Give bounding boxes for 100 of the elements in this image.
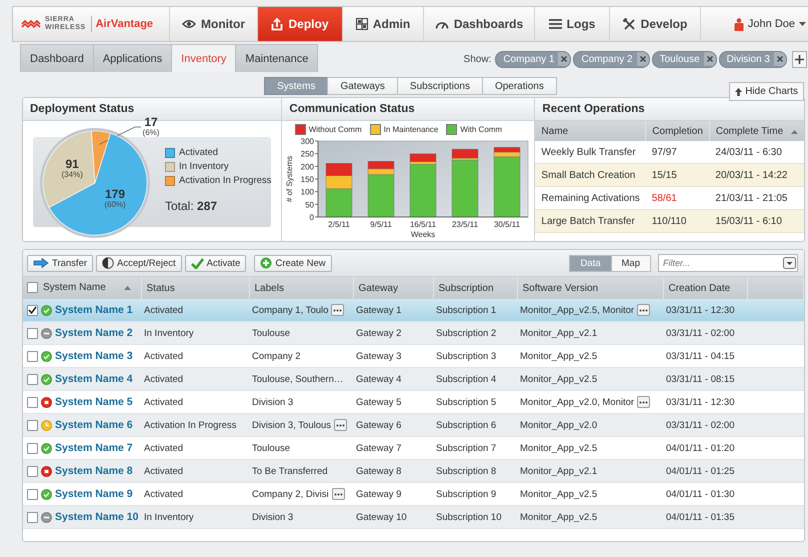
checkbox[interactable] bbox=[27, 442, 38, 454]
toolbar-button[interactable]: Create New bbox=[254, 254, 332, 272]
table-cell: Activated bbox=[144, 374, 184, 384]
system-name-link[interactable]: System Name 7 bbox=[55, 442, 133, 454]
check-circle-icon bbox=[41, 374, 52, 384]
table-cell: Activation In Progress bbox=[144, 420, 236, 430]
view-toggle[interactable]: Map bbox=[610, 254, 651, 272]
tick-label: 200 bbox=[301, 162, 314, 172]
check-circle-icon bbox=[41, 488, 52, 500]
table-cell: Subscription 5 bbox=[436, 396, 496, 408]
table-cell: 110/110 bbox=[646, 210, 710, 232]
column-header[interactable]: Status bbox=[146, 282, 175, 294]
table-row[interactable]: System Name 8 Activated To Be Transferred Gateway 8 Subscription 8 Monitor_App_v2.1 04/01/11 - 01:25 bbox=[23, 460, 804, 482]
table-row[interactable]: System Name 2 In Inventory Toulouse Gateway 2 Subscription 2 Monitor_App_v2.1 03/31/11 - 02:00 bbox=[23, 322, 804, 344]
system-name-link[interactable]: System Name 4 bbox=[55, 373, 133, 385]
nav-tab[interactable]: Develop bbox=[609, 7, 701, 41]
ellipsis-icon bbox=[333, 308, 342, 312]
tab[interactable]: Applications bbox=[92, 44, 172, 72]
panel-title: Communication Status bbox=[282, 98, 534, 121]
table-cell: Monitor_App_v2.5 bbox=[520, 350, 598, 362]
tick-label: 50 bbox=[306, 200, 314, 210]
system-name-link[interactable]: System Name 9 bbox=[55, 488, 133, 500]
table-row[interactable]: System Name 1 Activated Company 1, Toulo Gateway 1 Subscription 1 Monitor_App_v2.5, Monitor 03/31/11 - 12:30 bbox=[23, 299, 804, 322]
tab[interactable]: Dashboard bbox=[20, 44, 94, 72]
check-circle-icon bbox=[41, 304, 52, 316]
tick-label: 2/5/11 bbox=[328, 220, 350, 229]
arrow-icon bbox=[33, 258, 49, 268]
nav-tab[interactable]: Dashboards bbox=[423, 7, 534, 41]
table-cell: Activated bbox=[144, 350, 184, 362]
system-name-link[interactable]: System Name 5 bbox=[55, 396, 133, 408]
nav-tab[interactable]: Admin bbox=[342, 7, 423, 41]
table-cell: 20/03/11 - 14:22 bbox=[709, 164, 804, 186]
table-cell: In Inventory bbox=[144, 328, 194, 338]
close-icon[interactable] bbox=[704, 52, 716, 66]
system-name-link[interactable]: System Name 8 bbox=[55, 465, 133, 477]
system-name-link[interactable]: System Name 6 bbox=[55, 419, 133, 431]
tab[interactable]: Inventory bbox=[171, 44, 236, 72]
table-cell: Monitor_App_v2.5 bbox=[520, 512, 598, 522]
nav-tab[interactable]: Deploy bbox=[257, 7, 342, 41]
legend-label: In Inventory bbox=[179, 161, 229, 172]
checkbox[interactable] bbox=[27, 328, 38, 338]
checkbox[interactable] bbox=[27, 374, 38, 384]
axis-title: Weeks bbox=[411, 230, 436, 239]
table-cell: Gateway 1 bbox=[356, 304, 402, 316]
ellipsis-icon bbox=[336, 424, 346, 426]
more-button[interactable] bbox=[637, 396, 650, 408]
legend-label: Without Comm bbox=[308, 125, 362, 134]
system-name-link[interactable]: System Name 2 bbox=[55, 327, 133, 339]
toolbar-button[interactable]: Activate bbox=[184, 254, 246, 272]
table-cell: Monitor_App_v2.5, Monitor bbox=[520, 304, 634, 316]
checkbox[interactable] bbox=[27, 282, 38, 294]
system-name-link[interactable]: System Name 10 bbox=[55, 511, 138, 523]
checkbox[interactable] bbox=[27, 396, 38, 408]
table-cell: Division 3, Toulous bbox=[252, 420, 332, 430]
dropdown-icon[interactable] bbox=[783, 257, 796, 269]
check-circle-icon bbox=[41, 350, 52, 362]
table-cell: Division 3 bbox=[252, 396, 294, 408]
more-button[interactable] bbox=[334, 419, 348, 431]
more-button[interactable] bbox=[637, 304, 650, 316]
tick-label: 30/5/11 bbox=[494, 220, 520, 229]
more-button[interactable] bbox=[332, 488, 345, 500]
table-row[interactable]: System Name 6 Activation In Progress Division 3, Toulous Gateway 6 Subscription 6 Monitor_App_v2.0 03/31/11 - 02:00 bbox=[23, 414, 804, 436]
view-tab[interactable]: Subscriptions bbox=[396, 77, 483, 95]
hide-charts-button[interactable]: Hide Charts bbox=[729, 82, 804, 101]
tab[interactable]: Maintenance bbox=[235, 44, 318, 72]
table-cell: Monitor_App_v2.0 bbox=[520, 420, 598, 430]
view-tab[interactable]: Operations bbox=[482, 77, 557, 95]
product-name: AirVantage bbox=[96, 18, 154, 30]
plus-icon bbox=[795, 54, 804, 64]
column-header[interactable]: Name bbox=[541, 126, 568, 136]
nav-tab[interactable]: Logs bbox=[534, 7, 609, 41]
grid-icon bbox=[356, 18, 368, 30]
legend-label: In Maintenance bbox=[384, 125, 438, 134]
system-name-link[interactable]: System Name 1 bbox=[55, 304, 133, 316]
toolbar-button[interactable]: Transfer bbox=[27, 254, 94, 272]
toolbar-button[interactable]: Accept/Reject bbox=[96, 254, 182, 272]
close-icon[interactable] bbox=[774, 52, 786, 66]
add-button[interactable] bbox=[792, 50, 807, 68]
view-tab[interactable]: Gateways bbox=[327, 77, 398, 95]
table-row[interactable]: System Name 4 Activated Toulouse, Southern… Gateway 4 Subscription 4 Monitor_App_v2.5 03/31/11 - 08:15 bbox=[23, 368, 804, 390]
user-name[interactable]: John Doe bbox=[748, 18, 795, 30]
table-cell: 03/31/11 - 04:15 bbox=[666, 350, 734, 362]
table-cell: Gateway 2 bbox=[356, 328, 402, 338]
checkbox[interactable] bbox=[27, 420, 38, 430]
gauge-icon bbox=[434, 20, 449, 28]
checkbox[interactable] bbox=[27, 304, 38, 316]
close-icon[interactable] bbox=[636, 52, 649, 66]
column-header[interactable]: Labels bbox=[254, 282, 284, 294]
filter-field[interactable]: Filter... bbox=[658, 254, 798, 272]
checkbox[interactable] bbox=[27, 512, 38, 522]
table-cell: Subscription 4 bbox=[436, 374, 496, 384]
table-cell: Gateway 4 bbox=[356, 374, 402, 384]
system-name-link[interactable]: System Name 3 bbox=[55, 350, 133, 362]
ellipsis-icon bbox=[639, 308, 648, 312]
checkbox[interactable] bbox=[27, 466, 38, 476]
close-icon[interactable] bbox=[558, 52, 570, 66]
more-button[interactable] bbox=[331, 304, 344, 316]
checkbox[interactable] bbox=[27, 488, 38, 500]
table-row[interactable]: System Name 10 In Inventory Division 3 Gateway 10 Subscription 10 Monitor_App_v2.5 04/01/11 - 01:35 bbox=[23, 506, 804, 528]
checkbox[interactable] bbox=[27, 350, 38, 362]
